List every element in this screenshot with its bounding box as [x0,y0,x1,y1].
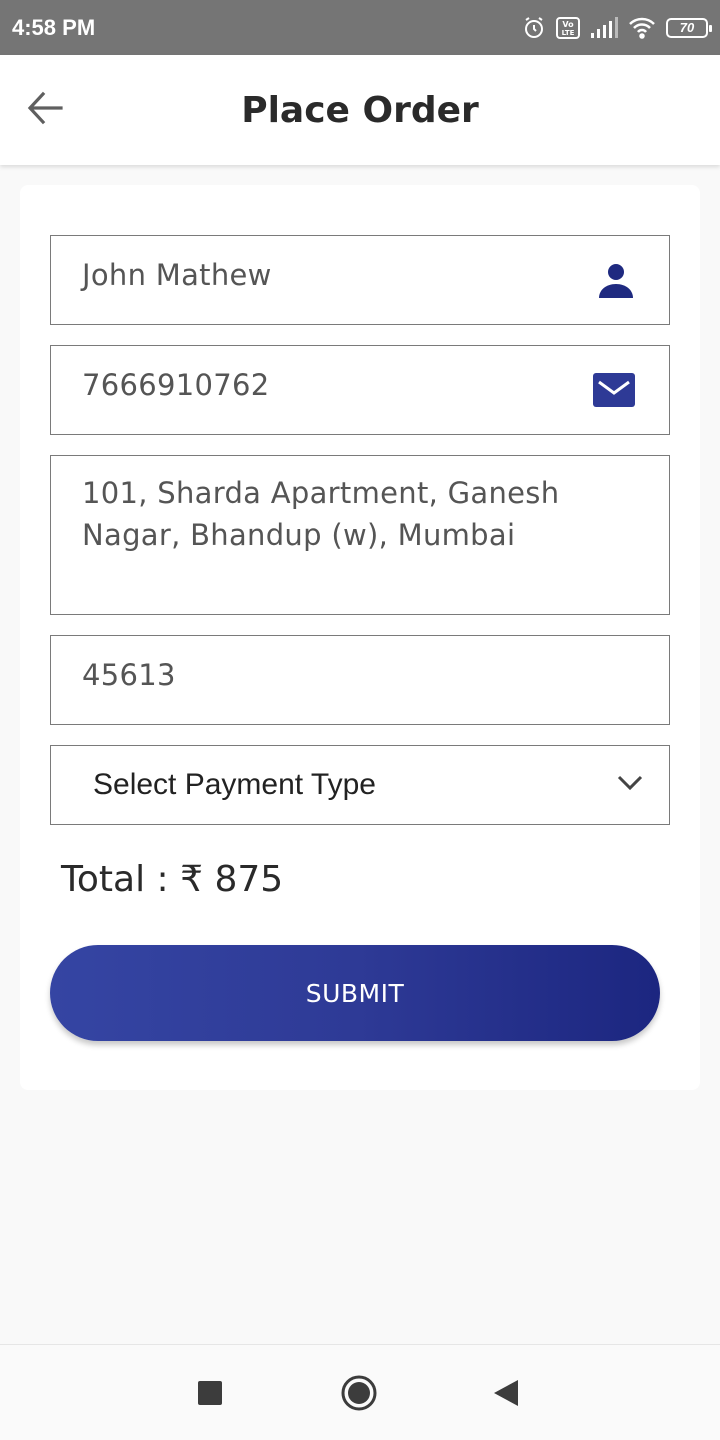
arrow-left-icon [25,88,65,133]
address-field[interactable]: 101, Sharda Apartment, Ganesh Nagar, Bha… [50,455,670,615]
name-field[interactable]: John Mathew [50,235,670,325]
svg-text:Vo: Vo [562,20,574,29]
page-title: Place Order [241,89,479,131]
back-triangle-icon[interactable] [494,1380,518,1411]
svg-text:LTE: LTE [562,29,575,37]
submit-label: SUBMIT [305,978,405,1008]
back-button[interactable] [20,85,70,135]
wifi-icon [628,17,656,39]
status-time: 4:58 PM [12,14,96,40]
name-field-value: John Mathew [82,258,272,292]
address-field-value: 101, Sharda Apartment, Ganesh Nagar, Bha… [82,476,560,552]
system-nav-bar [0,1344,720,1440]
order-total: Total : ₹ 875 [61,859,284,900]
signal-icon [590,16,618,39]
recents-square-icon[interactable] [198,1381,222,1410]
app-bar: Place Order [0,55,720,165]
pincode-field[interactable]: 45613 [50,635,670,725]
battery-icon: 70 [666,17,712,38]
battery-level: 70 [679,20,695,35]
home-circle-icon[interactable] [341,1375,377,1416]
payment-type-value: Select Payment Type [93,768,376,801]
volte-icon: Vo LTE [556,16,580,40]
status-icons: Vo LTE 70 [522,16,712,40]
order-form-card: John Mathew 7666910762 101, Sharda Apart… [20,185,700,1090]
mail-icon [593,373,635,412]
phone-field-value: 7666910762 [82,368,270,402]
payment-type-select[interactable]: Select Payment Type [50,745,670,825]
submit-button[interactable]: SUBMIT [50,945,660,1041]
pincode-field-value: 45613 [82,658,176,692]
phone-field[interactable]: 7666910762 [50,345,670,435]
person-icon [597,263,635,304]
status-bar: 4:58 PM Vo LTE 70 [0,0,720,55]
chevron-down-icon [617,774,643,797]
alarm-icon [522,16,546,40]
